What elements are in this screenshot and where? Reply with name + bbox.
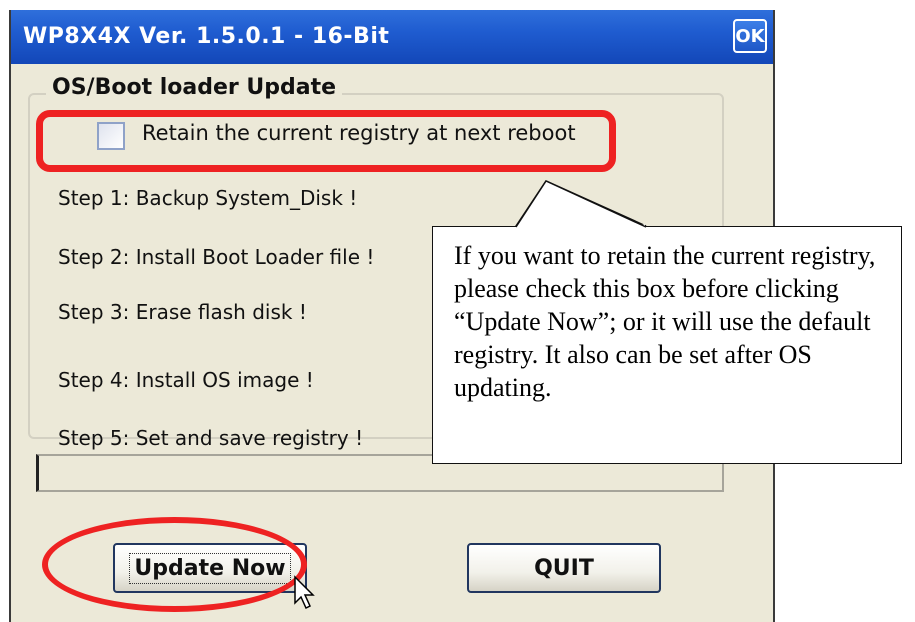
- highlight-ellipse: [42, 517, 307, 612]
- mouse-pointer-icon: [294, 575, 315, 610]
- callout-text: If you want to retain the current regist…: [454, 241, 876, 402]
